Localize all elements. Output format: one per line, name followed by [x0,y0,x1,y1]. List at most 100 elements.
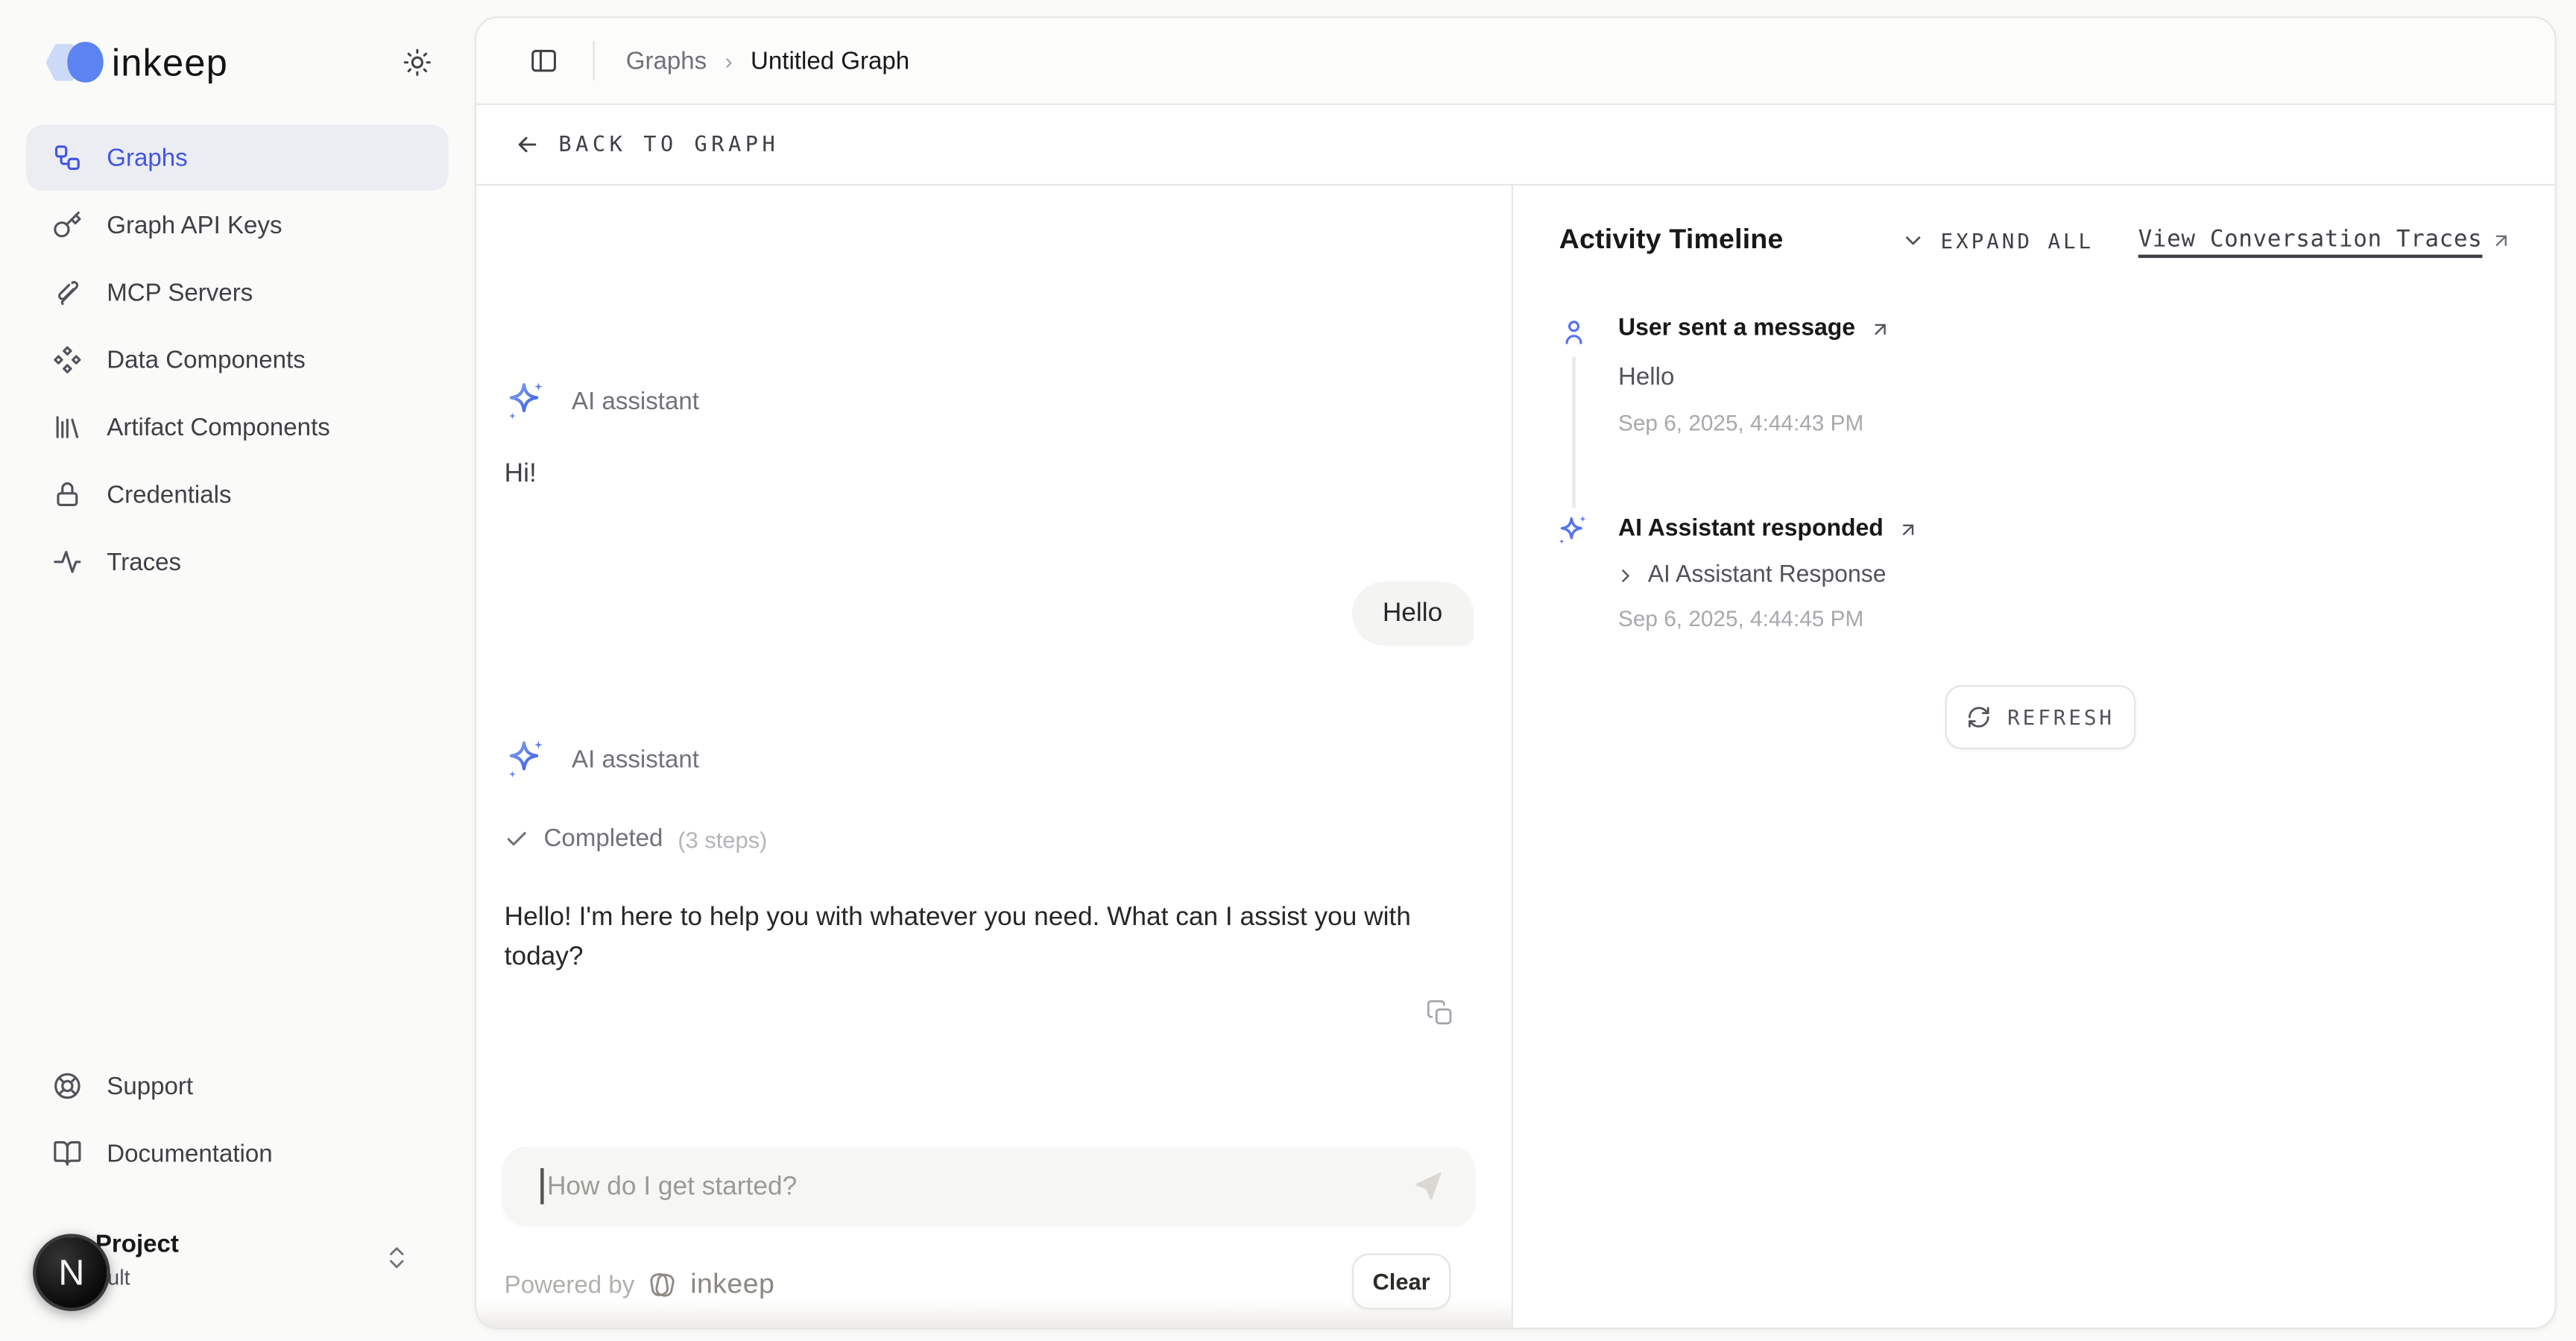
main-panel: Graphs › Untitled Graph BACK TO GRAPH [475,16,2557,1329]
sparkles-icon [1554,513,1590,549]
timeline-event-expand-row[interactable]: AI Assistant Response [1615,562,1887,588]
sidebar: inkeep Graphs Graph API Keys [0,0,475,1341]
chevrons-up-down-icon [383,1244,411,1272]
inkeep-logo-icon [40,38,109,87]
timeline-event-detail: AI Assistant Response [1648,562,1887,588]
sidebar-item-label: MCP Servers [107,279,253,306]
timeline-event-title: AI Assistant responded [1618,516,1884,542]
send-button[interactable] [1409,1168,1445,1204]
text-caret [540,1168,543,1204]
breadcrumb-bar: Graphs › Untitled Graph [476,18,2554,105]
sidebar-item-label: Traces [107,548,181,575]
key-icon [53,210,83,240]
chat-preview-panel: AI assistant Hi! Hello AI assistant [476,186,1513,1328]
activity-icon [53,547,83,577]
sidebar-item-traces[interactable]: Traces [26,529,448,595]
sidebar-item-label: Graphs [107,144,187,171]
assistant-status-row: Completed (3 steps) [505,824,768,852]
expand-all-button[interactable]: EXPAND ALL [1941,227,2094,252]
timeline-event-link[interactable]: User sent a message [1618,315,1892,341]
sidebar-item-label: Artifact Components [107,413,330,441]
chat-input[interactable] [544,1146,1389,1228]
assistant-label: AI assistant [572,746,699,774]
sidebar-item-label: Graph API Keys [107,211,282,239]
mcp-icon [53,277,83,307]
sparkles-icon [502,738,547,783]
theme-toggle-button[interactable] [396,41,438,83]
clear-button[interactable]: Clear [1352,1254,1450,1310]
refresh-button[interactable]: REFRESH [1945,685,2136,749]
sidebar-toggle-button[interactable] [525,42,561,78]
app-root: inkeep Graphs Graph API Keys [0,0,2576,1341]
breadcrumb: Graphs › Untitled Graph [626,47,909,75]
sidebar-item-credentials[interactable]: Credentials [26,461,448,527]
refresh-icon [1966,705,1991,730]
sparkles-icon [502,379,547,424]
arrow-up-right-icon [1870,318,1892,339]
sidebar-item-label: Documentation [107,1140,272,1167]
assistant-label: AI assistant [572,388,699,415]
status-label: Completed [544,824,663,852]
sidebar-item-graphs[interactable]: Graphs [26,125,448,191]
timeline-event-timestamp: Sep 6, 2025, 4:44:43 PM [1618,411,1863,435]
copy-icon [1426,999,1453,1026]
activity-timeline-panel: Activity Timeline EXPAND ALL View Conver… [1513,186,2554,1328]
sidebar-item-support[interactable]: Support [26,1053,448,1119]
library-icon [53,412,83,442]
sidebar-item-mcp-servers[interactable]: MCP Servers [26,259,448,325]
powered-by-brand: inkeep [690,1269,774,1301]
timeline-event-link[interactable]: AI Assistant responded [1618,516,1919,542]
sidebar-item-label: Credentials [107,481,231,508]
content-split: AI assistant Hi! Hello AI assistant [476,186,2554,1328]
project-name: Project [95,1231,179,1258]
back-to-graph-label: BACK TO GRAPH [558,132,779,157]
arrow-left-icon [514,131,540,157]
arrow-up-right-icon [1898,518,1920,540]
user-message-bubble: Hello [1351,581,1474,646]
arrow-up-right-icon [2490,229,2512,250]
copy-button[interactable] [1426,999,1462,1035]
timeline-event-title: User sent a message [1618,315,1855,341]
lock-icon [53,480,83,510]
view-conversation-traces-link[interactable]: View Conversation Traces [2138,227,2512,253]
powered-by: Powered by inkeep [505,1269,775,1301]
life-buoy-icon [53,1071,83,1101]
powered-by-label: Powered by [505,1271,635,1299]
refresh-label: REFRESH [2007,705,2115,730]
breadcrumb-current: Untitled Graph [751,47,909,75]
timeline-header: Activity Timeline EXPAND ALL View Conver… [1559,224,2512,256]
timeline-title: Activity Timeline [1559,224,1784,256]
timeline-controls: EXPAND ALL View Conversation Traces [1901,227,2512,253]
breadcrumb-graphs[interactable]: Graphs [626,47,707,75]
chat-input-container [502,1146,1475,1225]
timeline-connector [1572,356,1574,508]
panel-left-icon [529,46,559,76]
book-open-icon [53,1138,83,1168]
status-steps: (3 steps) [678,826,767,852]
nextjs-dev-indicator[interactable]: N [33,1234,110,1311]
sidebar-item-data-components[interactable]: Data Components [26,327,448,393]
back-to-graph-button[interactable]: BACK TO GRAPH [514,131,779,157]
sidebar-item-graph-api-keys[interactable]: Graph API Keys [26,192,448,258]
collapse-toggle[interactable] [1901,227,1926,252]
workflow-icon [53,143,83,173]
check-icon [505,827,529,851]
sidebar-item-label: Support [107,1072,193,1099]
component-icon [53,345,83,375]
assistant-message-header: AI assistant [502,738,698,783]
assistant-message-header: AI assistant [502,379,698,424]
timeline-event-timestamp: Sep 6, 2025, 4:44:45 PM [1618,606,1863,631]
send-icon [1409,1168,1445,1204]
user-icon [1559,317,1589,347]
sidebar-item-artifact-components[interactable]: Artifact Components [26,394,448,460]
sun-icon [402,48,432,78]
assistant-message-text: Hi! [505,460,537,490]
sidebar-footer-nav: Support Documentation [26,1053,448,1188]
chevron-right-icon [1615,564,1637,586]
sidebar-item-documentation[interactable]: Documentation [26,1120,448,1186]
nextjs-badge-letter: N [58,1251,84,1293]
inkeep-logo-wordmark: inkeep [112,40,228,85]
header-divider [593,41,595,81]
inkeep-glyph-icon [646,1269,679,1301]
sidebar-logo-row: inkeep [40,34,439,90]
